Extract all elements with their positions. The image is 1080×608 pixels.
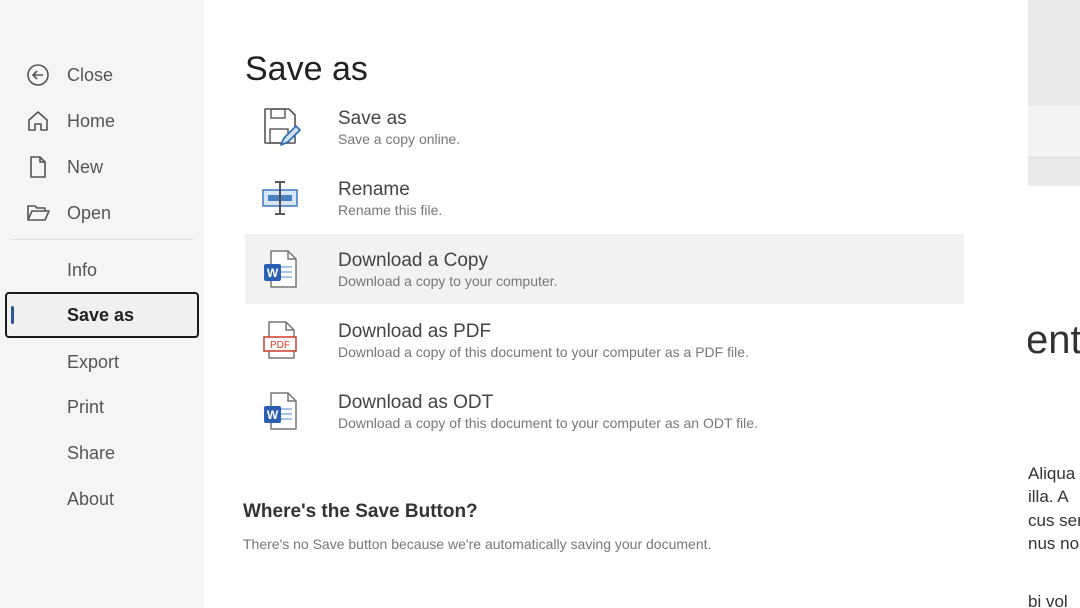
sidebar-item-label: Save as [67, 304, 135, 325]
sidebar-divider [10, 239, 194, 240]
save-as-panel: Save as Save as Save a copy online. Rena… [204, 0, 1028, 608]
svg-text:W: W [267, 408, 279, 422]
download-copy-option[interactable]: W Download a Copy Download a copy to you… [245, 234, 964, 304]
sidebar-item-label: Open [67, 202, 112, 223]
sidebar-item-label: Print [67, 396, 105, 417]
sidebar-item-label: New [67, 156, 104, 177]
save-button-info-heading: Where's the Save Button? [243, 501, 478, 522]
sidebar-item-about[interactable]: About [0, 477, 204, 521]
option-title: Download as ODT [338, 392, 494, 413]
option-description: Download a copy to your computer. [338, 273, 558, 289]
download-pdf-option[interactable]: PDF Download as PDF Download a copy of t… [245, 305, 964, 375]
sidebar-item-label: Close [67, 64, 114, 85]
word-document-icon: W [261, 247, 301, 291]
sidebar-item-open[interactable]: Open [0, 191, 204, 235]
document-title-fragment: ent [1028, 318, 1080, 362]
sidebar-item-home[interactable]: Home [0, 99, 204, 143]
svg-text:W: W [267, 266, 279, 280]
download-odt-option[interactable]: W Download as ODT Download a copy of thi… [245, 376, 964, 446]
new-document-icon [26, 155, 50, 179]
sidebar-item-label: Export [67, 351, 120, 372]
option-description: Download a copy of this document to your… [338, 415, 758, 431]
document-text-line: nus no [1028, 534, 1080, 553]
option-description: Save a copy online. [338, 131, 461, 147]
sidebar-item-close[interactable]: Close [0, 53, 204, 97]
selection-indicator [11, 306, 14, 324]
document-preview: ent Aliqua illa. A cus ser nus no bi vol [1028, 0, 1080, 608]
sidebar-item-export[interactable]: Export [0, 340, 204, 384]
sidebar-item-new[interactable]: New [0, 145, 204, 189]
option-title: Save as [338, 108, 407, 129]
option-title: Rename [338, 179, 410, 200]
sidebar-item-label: About [67, 488, 115, 509]
sidebar-item-label: Info [67, 259, 98, 280]
option-title: Download a Copy [338, 250, 488, 271]
sidebar-item-label: Share [67, 442, 116, 463]
page-title: Save as [245, 50, 368, 88]
save-button-info-text: There's no Save button because we're aut… [243, 536, 712, 552]
sidebar-item-info[interactable]: Info [0, 248, 204, 292]
sidebar-item-share[interactable]: Share [0, 431, 204, 475]
document-text-line: bi vol [1028, 592, 1068, 608]
back-arrow-icon [26, 63, 50, 87]
save-as-icon [261, 105, 301, 149]
sidebar-item-save-as[interactable]: Save as [5, 292, 199, 338]
document-text-line: illa. A [1028, 487, 1069, 506]
word-document-icon: W [261, 389, 301, 433]
pdf-document-icon: PDF [261, 318, 301, 362]
sidebar-item-label: Home [67, 110, 116, 131]
document-text-line: Aliqua [1028, 464, 1076, 483]
option-description: Download a copy of this document to your… [338, 344, 749, 360]
option-description: Rename this file. [338, 202, 443, 218]
open-folder-icon [26, 201, 50, 225]
home-icon [26, 109, 50, 133]
rename-icon [261, 176, 301, 220]
option-title: Download as PDF [338, 321, 492, 342]
rename-option[interactable]: Rename Rename this file. [245, 163, 964, 233]
save-as-option[interactable]: Save as Save a copy online. [245, 92, 964, 162]
document-text-line: cus ser [1028, 511, 1080, 530]
sidebar-item-print[interactable]: Print [0, 385, 204, 429]
svg-text:PDF: PDF [270, 340, 290, 351]
backstage-sidebar: Close Home New Open Info Save as Export … [0, 0, 204, 608]
document-toolbar [1028, 106, 1080, 247]
